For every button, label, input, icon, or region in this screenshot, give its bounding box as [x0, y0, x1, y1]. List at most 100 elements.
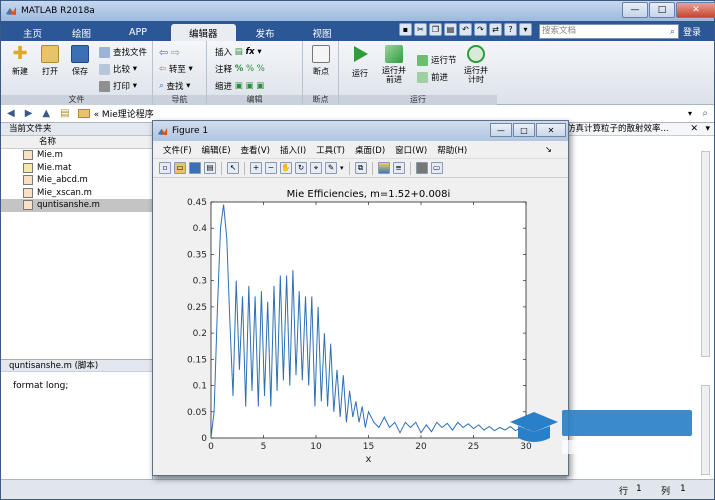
menu-view[interactable]: 查看(V) — [241, 144, 270, 156]
copy-icon[interactable]: ❐ — [429, 23, 442, 36]
show-plot-tools-icon[interactable]: ▭ — [430, 162, 443, 174]
paste-icon[interactable]: ▤ — [444, 23, 457, 36]
figure-maximize-button[interactable]: □ — [513, 123, 535, 137]
rotate-3d-icon[interactable]: ↻ — [295, 162, 307, 174]
advance-button[interactable]: 前进 — [417, 71, 448, 83]
find-files-button[interactable]: 查找文件 — [99, 46, 147, 58]
search-icon[interactable]: ⌕ — [670, 26, 675, 39]
zoom-out-icon[interactable]: − — [265, 162, 277, 174]
run-time-button[interactable]: 运行并 计时 — [461, 45, 491, 84]
file-item-selected[interactable]: quntisanshe.m — [1, 199, 152, 212]
run-button[interactable]: 运行 — [347, 45, 373, 79]
navigate-group: ⇦ ⇨ ⇦ 转至 ▾ ⌕ 查找 ▾ 导航 — [153, 41, 207, 105]
close-button[interactable]: ✕ — [676, 2, 715, 18]
breakpoint-button[interactable]: 断点 — [308, 45, 334, 77]
x-tick-label: 5 — [261, 442, 267, 452]
y-tick-label: 0 — [201, 434, 207, 444]
tab-publish[interactable]: 发布 — [238, 24, 293, 41]
legend-icon[interactable]: ≡ — [392, 162, 405, 174]
advance-icon — [417, 71, 428, 83]
undo-icon[interactable]: ↶ — [459, 23, 472, 36]
up-folder-icon[interactable]: ▲ — [42, 108, 50, 119]
brush-icon[interactable]: ✎ — [325, 162, 337, 174]
command-scrollbar[interactable] — [701, 385, 710, 475]
redo-icon[interactable]: ↷ — [474, 23, 487, 36]
run-advance-button[interactable]: 运行并 前进 — [379, 45, 409, 84]
name-column-label: 名称 — [39, 137, 57, 147]
data-cursor-icon[interactable]: ⌖ — [310, 162, 322, 174]
colorbar-icon[interactable] — [377, 162, 390, 174]
indent-left-icon: ▣ — [256, 81, 265, 91]
path-dropdown-icon[interactable]: ▾ — [688, 109, 692, 118]
menu-file[interactable]: 文件(F) — [163, 144, 192, 156]
file-item[interactable]: Mie_abcd.m — [1, 174, 152, 187]
menu-dock-icon[interactable]: ↘ — [545, 145, 552, 155]
back-icon[interactable]: ◀ — [7, 108, 15, 119]
menu-tools[interactable]: 工具(T) — [316, 144, 345, 156]
open-button[interactable]: 打开 — [37, 45, 63, 77]
zoom-in-icon[interactable]: + — [250, 162, 262, 174]
print-figure-icon[interactable]: ▤ — [204, 162, 216, 174]
indent-button[interactable]: 缩进 ▣ ▣ ▣ — [215, 80, 264, 92]
tab-editor[interactable]: 编辑器 — [171, 24, 236, 41]
editor-close-icon[interactable]: ✕ — [690, 124, 698, 134]
search-input[interactable]: 搜索文档 ⌕ — [539, 24, 679, 39]
pan-hand-icon[interactable]: ✋ — [280, 162, 292, 174]
minimize-button[interactable]: — — [622, 2, 648, 18]
file-name: Mie_abcd.m — [37, 175, 88, 186]
compare-button[interactable]: 比较 ▾ — [99, 63, 137, 75]
run-time-label: 运行并 计时 — [464, 66, 488, 84]
insert-button[interactable]: 插入 ▤ fx ▾ — [215, 46, 262, 58]
login-link[interactable]: 登录 — [683, 25, 701, 38]
smart-indent-icon: ▣ — [234, 81, 243, 91]
maximize-button[interactable]: □ — [649, 2, 675, 18]
help-icon[interactable]: ? — [504, 23, 517, 36]
save-figure-icon[interactable] — [189, 162, 201, 174]
tab-apps[interactable]: APP — [107, 24, 169, 41]
menu-edit[interactable]: 编辑(E) — [202, 144, 231, 156]
open-figure-icon[interactable]: ▭ — [174, 162, 186, 174]
hide-plot-tools-icon[interactable] — [415, 162, 428, 174]
brush-dropdown-icon[interactable]: ▾ — [340, 164, 344, 172]
new-button[interactable]: ✚ 新建 — [7, 45, 33, 77]
new-figure-icon[interactable]: ▫ — [159, 162, 171, 174]
pointer-icon[interactable]: ↖ — [227, 162, 239, 174]
path-search-icon[interactable]: ⌕ — [702, 108, 708, 119]
menu-help[interactable]: 帮助(H) — [437, 144, 467, 156]
link-plot-icon[interactable]: ⧉ — [354, 162, 367, 174]
goto-button[interactable]: ⇦ 转至 ▾ — [159, 63, 193, 75]
y-tick-label: 0.15 — [187, 355, 207, 365]
menu-window[interactable]: 窗口(W) — [395, 144, 427, 156]
current-path[interactable]: « Mie理论程序 — [94, 107, 154, 120]
menu-desktop[interactable]: 桌面(D) — [355, 144, 385, 156]
switch-icon[interactable]: ⇄ — [489, 23, 502, 36]
run-section-label: 运行节 — [431, 56, 457, 66]
tab-plots[interactable]: 绘图 — [58, 24, 105, 41]
browse-folder-icon[interactable]: ▤ — [60, 108, 69, 119]
current-folder-header: 当前文件夹 — [1, 123, 152, 136]
watermark-logo — [510, 410, 692, 454]
tab-view[interactable]: 视图 — [295, 24, 350, 41]
fx-label[interactable]: fx — [245, 47, 254, 57]
print-button[interactable]: 打印 ▾ — [99, 80, 137, 92]
find-button[interactable]: ⌕ 查找 ▾ — [159, 80, 190, 92]
figure-close-button[interactable]: ✕ — [536, 123, 566, 137]
save-icon[interactable]: ▪ — [399, 23, 412, 36]
menu-insert[interactable]: 插入(I) — [280, 144, 306, 156]
run-section-button[interactable]: 运行节 — [417, 54, 457, 66]
tab-home[interactable]: 主页 — [9, 24, 56, 41]
more-icon[interactable]: ▾ — [519, 23, 532, 36]
file-item[interactable]: Mie.mat — [1, 162, 152, 175]
name-column-header[interactable]: 名称 — [1, 136, 152, 149]
cut-icon[interactable]: ✂ — [414, 23, 427, 36]
file-item[interactable]: Mie_xscan.m — [1, 187, 152, 200]
figure-minimize-button[interactable]: — — [490, 123, 512, 137]
figure-title-bar: Figure 1 — □ ✕ — [153, 121, 568, 141]
editor-scrollbar[interactable] — [701, 151, 710, 357]
nav-back-forward[interactable]: ⇦ ⇨ — [159, 46, 180, 59]
file-item[interactable]: Mie.m — [1, 149, 152, 162]
save-button[interactable]: 保存 — [67, 45, 93, 77]
forward-icon[interactable]: ▶ — [25, 108, 33, 119]
comment-button[interactable]: 注释 % % % — [215, 63, 265, 75]
editor-menu-icon[interactable]: ▾ — [705, 124, 710, 134]
